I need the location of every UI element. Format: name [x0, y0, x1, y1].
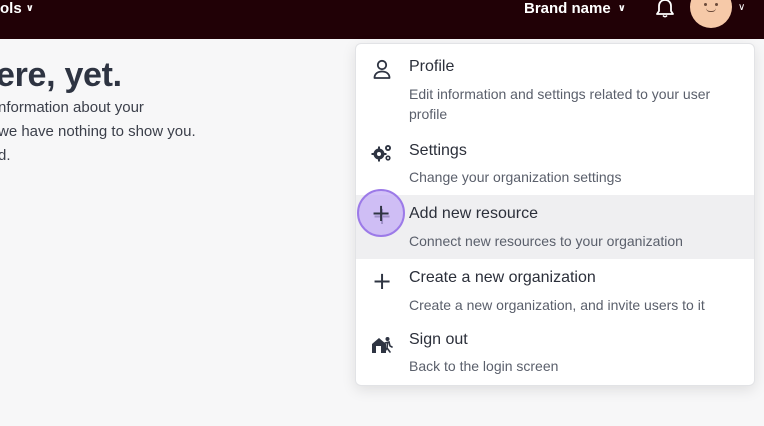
gears-icon — [371, 142, 393, 164]
top-navigation-bar: ols ∨ Brand name ∨ ∨ — [0, 0, 764, 39]
menu-item-add-new-resource[interactable]: + Add new resource Connect new resources… — [356, 195, 754, 259]
click-indicator: + — [357, 189, 405, 237]
tools-menu-label: ols — [0, 0, 22, 17]
sign-out-icon — [371, 334, 393, 356]
plus-icon: + — [370, 199, 392, 227]
empty-state-line: d. — [0, 147, 11, 164]
brand-switcher[interactable]: Brand name ∨ — [524, 0, 626, 17]
menu-item-description: Edit information and settings related to… — [409, 86, 711, 122]
menu-item-description: Create a new organization, and invite us… — [409, 297, 705, 313]
brand-name-label: Brand name — [524, 0, 611, 17]
menu-item-title: Profile — [409, 58, 455, 75]
menu-item-title: Add new resource — [409, 205, 538, 222]
menu-item-title: Create a new organization — [409, 269, 596, 286]
user-dropdown-menu: Profile Edit information and settings re… — [355, 43, 755, 386]
bell-icon[interactable] — [654, 0, 676, 18]
menu-item-description: Change your organization settings — [409, 169, 622, 185]
chevron-down-icon: ∨ — [738, 1, 746, 13]
empty-state-text: nformation about your we have nothing to… — [0, 96, 196, 168]
menu-item-title: Sign out — [409, 331, 468, 348]
chevron-down-icon: ∨ — [617, 2, 626, 14]
menu-item-profile[interactable]: Profile Edit information and settings re… — [356, 44, 754, 134]
page-headline: ere, yet. — [0, 56, 122, 94]
menu-item-title: Settings — [409, 142, 467, 159]
menu-item-description: Connect new resources to your organizati… — [409, 233, 683, 249]
menu-item-create-organization[interactable]: + Create a new organization Create a new… — [356, 259, 754, 321]
avatar[interactable] — [690, 0, 732, 28]
menu-item-sign-out[interactable]: Sign out Back to the login screen — [356, 321, 754, 385]
menu-item-settings[interactable]: Settings Change your organization settin… — [356, 134, 754, 195]
plus-icon: + — [371, 267, 393, 295]
chevron-down-icon: ∨ — [25, 2, 34, 14]
user-menu-trigger[interactable]: ∨ — [690, 0, 745, 28]
user-icon — [371, 58, 393, 80]
empty-state-line: we have nothing to show you. — [0, 123, 196, 140]
menu-item-description: Back to the login screen — [409, 358, 559, 374]
empty-state-line: nformation about your — [0, 99, 144, 116]
tools-menu[interactable]: ols ∨ — [0, 0, 34, 17]
